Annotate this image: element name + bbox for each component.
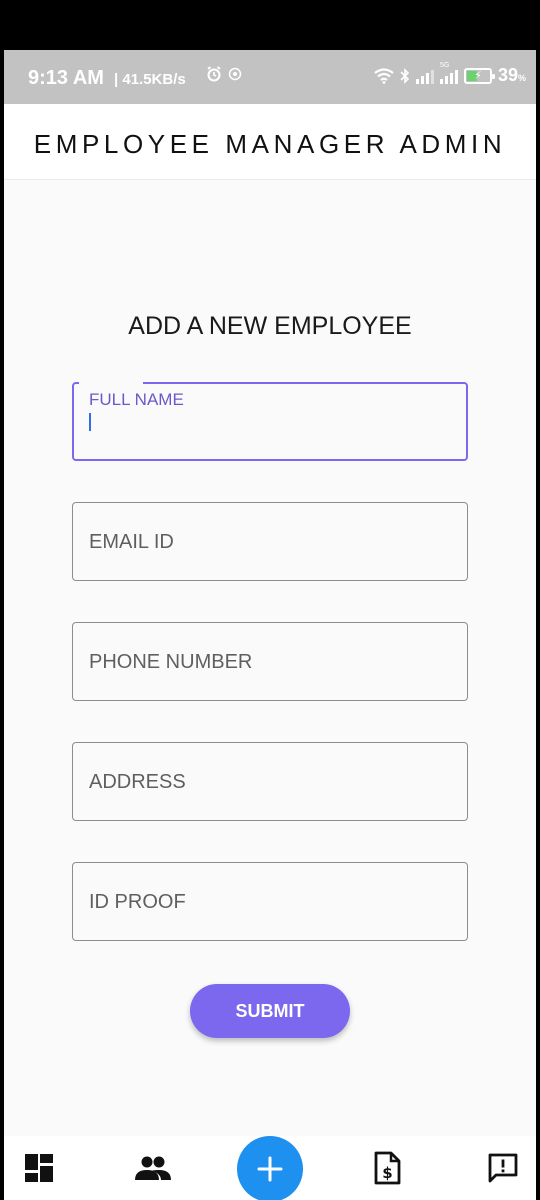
app-bar: EMPLOYEE MANAGER ADMIN xyxy=(4,104,536,180)
submit-button[interactable]: SUBMIT xyxy=(190,984,350,1038)
app-title: EMPLOYEE MANAGER ADMIN xyxy=(33,129,507,159)
email-field[interactable]: EMAIL ID xyxy=(72,502,468,581)
status-bar: 9:13 AM | 41.5KB/s 5G ⚡ 39% xyxy=(4,50,536,104)
full-name-label: FULL NAME xyxy=(88,390,185,410)
svg-text:$: $ xyxy=(382,1164,392,1182)
status-right-icons: 5G ⚡ 39% xyxy=(374,62,526,86)
invoice-icon: $ xyxy=(374,1151,401,1185)
sync-icon xyxy=(228,67,242,81)
feedback-icon xyxy=(488,1153,518,1183)
nav-employees[interactable] xyxy=(118,1136,188,1200)
nav-dashboard[interactable] xyxy=(4,1136,74,1200)
battery-charging-icon: ⚡ xyxy=(463,67,495,84)
wifi-icon xyxy=(374,67,394,84)
nav-invoices[interactable]: $ xyxy=(352,1136,422,1200)
employees-icon xyxy=(135,1156,171,1180)
dashboard-icon xyxy=(25,1154,53,1182)
form-heading: ADD A NEW EMPLOYEE xyxy=(128,312,412,340)
app-screen: 9:13 AM | 41.5KB/s 5G ⚡ 39% EMPLOYEE MAN… xyxy=(4,50,536,1200)
status-net-speed: | 41.5KB/s xyxy=(114,71,186,88)
address-placeholder: ADDRESS xyxy=(89,771,186,793)
status-time: 9:13 AM xyxy=(28,67,104,89)
address-field[interactable]: ADDRESS xyxy=(72,742,468,821)
add-icon xyxy=(257,1156,283,1182)
signal-icon xyxy=(415,68,434,84)
battery-percent: 39% xyxy=(497,65,526,85)
alarm-icon xyxy=(207,66,221,82)
nav-feedback[interactable] xyxy=(468,1136,536,1200)
id-proof-field[interactable]: ID PROOF xyxy=(72,862,468,941)
phone-number-field[interactable]: PHONE NUMBER xyxy=(72,622,468,701)
id-proof-placeholder: ID PROOF xyxy=(89,891,186,913)
signal-5g-icon: 5G xyxy=(439,62,458,84)
text-cursor xyxy=(89,413,91,431)
add-employee-fab[interactable] xyxy=(237,1136,303,1200)
device-top-bezel xyxy=(0,0,540,50)
network-type: 5G xyxy=(439,61,450,69)
bottom-nav: $ xyxy=(4,1136,536,1200)
full-name-field[interactable]: FULL NAME xyxy=(72,381,468,461)
status-left-icons xyxy=(206,66,242,82)
bluetooth-icon xyxy=(400,67,410,84)
phone-number-placeholder: PHONE NUMBER xyxy=(89,651,253,673)
label-notch xyxy=(79,381,143,385)
email-placeholder: EMAIL ID xyxy=(89,531,174,553)
